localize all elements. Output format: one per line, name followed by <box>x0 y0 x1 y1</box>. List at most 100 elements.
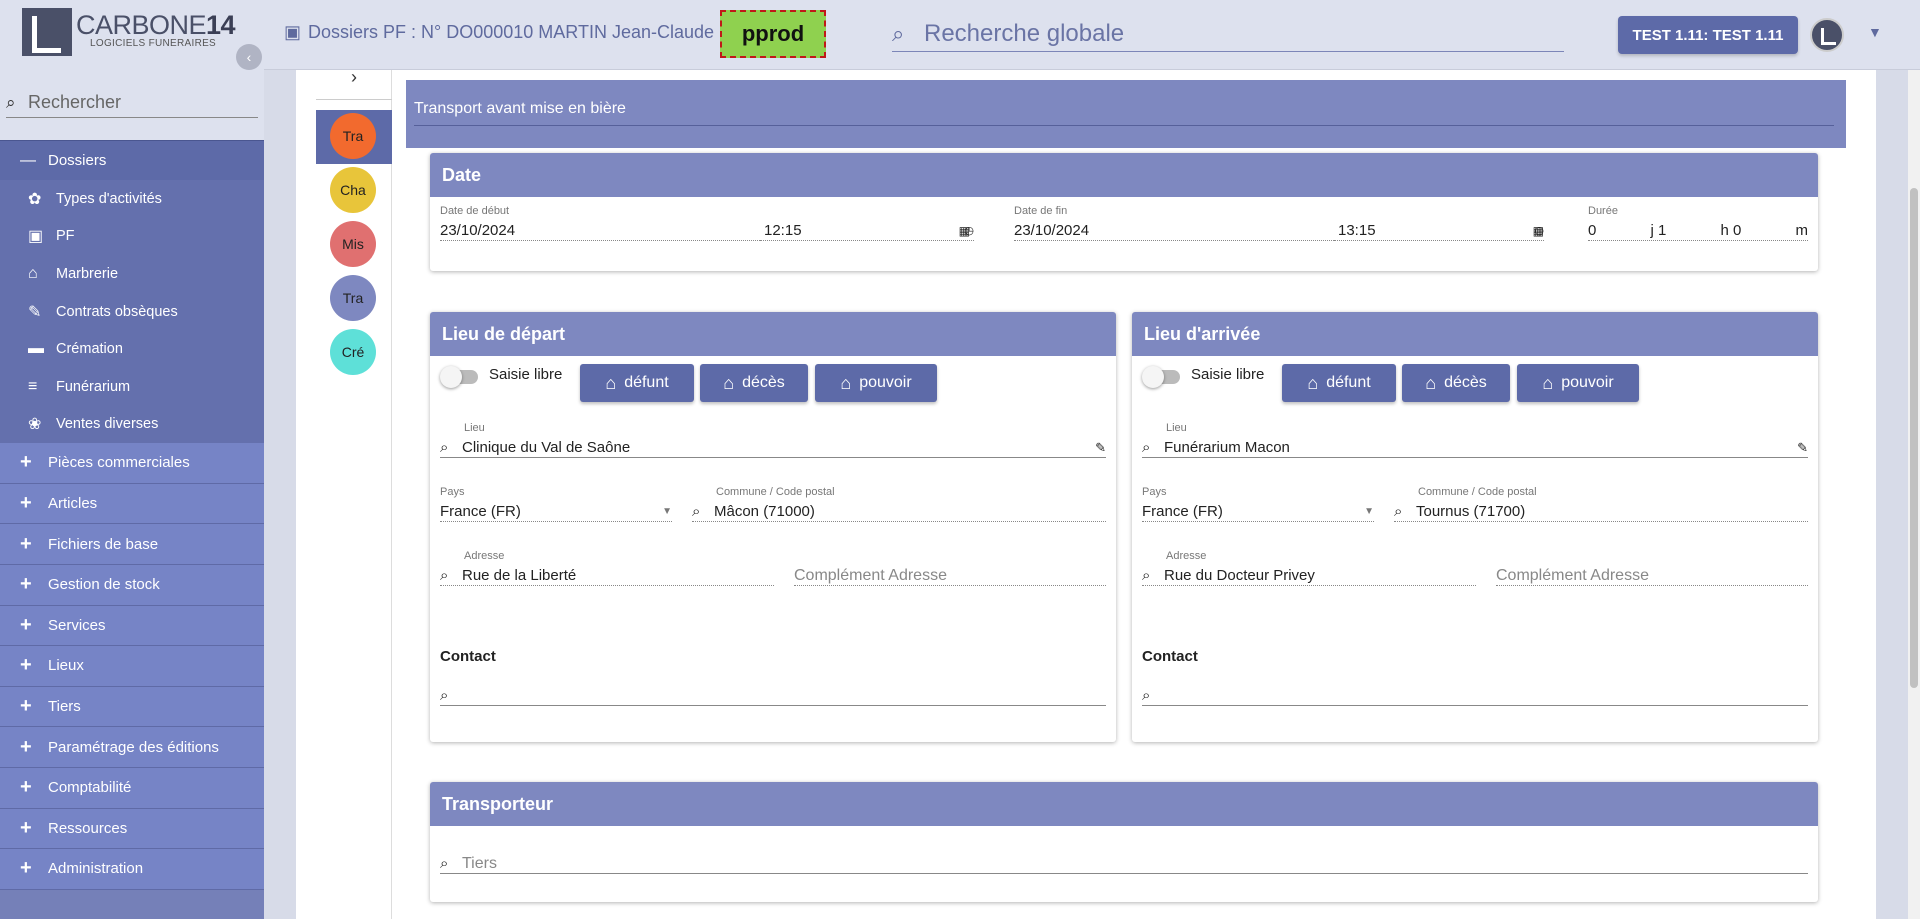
departure-defunt-button[interactable]: ⌂ défunt <box>580 364 694 402</box>
search-icon: ⌕ <box>6 92 16 112</box>
departure-lieu-field[interactable]: Lieu ⌕ Clinique du Val de Saône ✎ <box>440 422 1106 458</box>
steps-column: › Tra Cha Mis Tra Cré <box>316 68 392 919</box>
start-date-value: 23/10/2024 <box>440 222 516 239</box>
arrival-defunt-button[interactable]: ⌂ défunt <box>1282 364 1396 402</box>
arrival-pouvoir-button[interactable]: ⌂ pouvoir <box>1517 364 1639 402</box>
departure-adresse-field[interactable]: Adresse ⌕ Rue de la Liberté <box>440 550 774 586</box>
sidebar-search-input[interactable]: ⌕ Rechercher <box>6 88 258 118</box>
sidebar-item-label: Lieux <box>48 657 84 675</box>
sidebar-subitem-label: Funérarium <box>56 378 131 395</box>
clock-icon[interactable]: ◷ <box>964 224 974 237</box>
start-time-field[interactable]: 12:15 ◷ <box>760 205 974 241</box>
sidebar-group-dossiers[interactable]: — Dossiers <box>0 140 264 180</box>
end-time-value: 13:15 <box>1338 222 1376 239</box>
start-time-value: 12:15 <box>764 222 802 239</box>
departure-commune-field[interactable]: Commune / Code postal ⌕ Mâcon (71000) <box>692 486 1106 522</box>
departure-complement-field[interactable]: Complément Adresse <box>794 550 1106 586</box>
step-circle[interactable]: Tra <box>330 113 376 159</box>
arrival-adresse-field[interactable]: Adresse ⌕ Rue du Docteur Privey <box>1142 550 1476 586</box>
panel-header: Transport avant mise en bière <box>406 80 1846 148</box>
sidebar-item[interactable]: + Services <box>0 605 264 647</box>
transporter-input[interactable]: ⌕ Tiers <box>440 850 1808 874</box>
sidebar-item[interactable]: + Articles <box>0 483 264 525</box>
plus-icon: + <box>20 532 32 555</box>
commune-label: Commune / Code postal <box>1418 486 1537 498</box>
edit-icon[interactable]: ✎ <box>1797 440 1808 456</box>
end-time-field[interactable]: 13:15 ◷ <box>1334 205 1544 241</box>
sidebar-subitem[interactable]: ✿ Types d'activités <box>0 180 264 218</box>
lieu-label: Lieu <box>1166 422 1187 434</box>
breadcrumb[interactable]: ▣ Dossiers PF : N° DO000010 MARTIN Jean-… <box>284 22 714 43</box>
hours-unit: h <box>1720 222 1729 239</box>
commune-value: Mâcon (71000) <box>714 503 815 520</box>
free-entry-toggle[interactable] <box>440 366 478 388</box>
transporter-placeholder: Tiers <box>462 854 497 872</box>
arrival-deces-button[interactable]: ⌂ décès <box>1402 364 1510 402</box>
sidebar-subitem[interactable]: ▬ Crémation <box>0 330 264 368</box>
sidebar-item[interactable]: + Administration <box>0 849 264 890</box>
sidebar-item[interactable]: + Lieux <box>0 646 264 687</box>
sidebar-subitem[interactable]: ▣ PF <box>0 217 264 256</box>
chevron-down-icon[interactable]: ▼ <box>1868 24 1882 40</box>
step-circle[interactable]: Mis <box>330 221 376 267</box>
sidebar-item[interactable]: + Paramétrage des éditions <box>0 727 264 768</box>
arrival-commune-field[interactable]: Commune / Code postal ⌕ Tournus (71700) <box>1394 486 1808 522</box>
breadcrumb-text: Dossiers PF : N° DO000010 MARTIN Jean-Cl… <box>308 22 715 42</box>
lieu-value: Funérarium Macon <box>1164 439 1290 456</box>
sidebar-item[interactable]: + Fichiers de base <box>0 524 264 565</box>
contact-label: Contact <box>1142 648 1198 665</box>
plus-icon: + <box>20 776 32 799</box>
sidebar-item[interactable]: + Ressources <box>0 808 264 850</box>
clock-icon[interactable]: ◷ <box>1534 224 1544 237</box>
pays-label: Pays <box>440 486 465 498</box>
departure-pouvoir-button[interactable]: ⌂ pouvoir <box>815 364 937 402</box>
button-label: décès <box>1444 374 1487 391</box>
button-label: pouvoir <box>1561 374 1614 391</box>
sidebar-subitem[interactable]: ⌂ Marbrerie <box>0 255 264 293</box>
sidebar-item[interactable]: + Tiers <box>0 686 264 728</box>
arrival-pays-select[interactable]: Pays France (FR) ▼ <box>1142 486 1374 522</box>
step-circle[interactable]: Cha <box>330 167 376 213</box>
plus-icon: + <box>20 654 32 677</box>
user-button[interactable]: TEST 1.11: TEST 1.11 <box>1618 16 1798 54</box>
arrival-contact-input[interactable]: ⌕ <box>1142 682 1808 706</box>
search-icon: ⌕ <box>1394 503 1403 520</box>
duration-field[interactable]: Durée 0 j 1 h 0 m <box>1588 205 1808 241</box>
cremation-icon: ▬ <box>28 340 44 358</box>
sidebar-item-label: Paramétrage des éditions <box>48 738 219 756</box>
step-circle[interactable]: Tra <box>330 275 376 321</box>
edit-icon[interactable]: ✎ <box>1095 440 1106 456</box>
arrival-complement-field[interactable]: Complément Adresse <box>1496 550 1808 586</box>
arrival-lieu-field[interactable]: Lieu ⌕ Funérarium Macon ✎ <box>1142 422 1808 458</box>
pays-value: France (FR) <box>440 503 521 520</box>
button-label: pouvoir <box>859 374 912 391</box>
plus-icon: + <box>20 857 32 880</box>
collapse-sidebar-button[interactable]: ‹ <box>236 44 262 70</box>
scrollbar-thumb[interactable] <box>1910 188 1918 688</box>
departure-pays-select[interactable]: Pays France (FR) ▼ <box>440 486 672 522</box>
sidebar-item-label: Pièces commerciales <box>48 454 190 472</box>
activities-icon: ✿ <box>28 190 42 208</box>
search-icon: ⌕ <box>440 855 449 872</box>
chevron-right-icon[interactable]: › <box>316 68 392 100</box>
button-label: décès <box>742 374 785 391</box>
step-circle[interactable]: Cré <box>330 329 376 375</box>
sidebar-subitem-label: Marbrerie <box>56 265 119 282</box>
departure-contact-input[interactable]: ⌕ <box>440 682 1106 706</box>
sidebar-item-label: Tiers <box>48 698 81 716</box>
sidebar-subitem-label: Ventes diverses <box>56 416 159 433</box>
sidebar-subitem[interactable]: ✎ Contrats obsèques <box>0 292 264 331</box>
logo-area: CARBONE14 LOGICIELS FUNERAIRES ‹ ⌕ Reche… <box>0 0 264 140</box>
divider <box>414 125 1834 126</box>
sidebar-item[interactable]: + Comptabilité <box>0 767 264 809</box>
scrollbar[interactable] <box>1908 70 1920 919</box>
global-search-input[interactable]: ⌕ Recherche globale <box>892 16 1564 52</box>
sidebar-item[interactable]: + Pièces commerciales <box>0 443 264 484</box>
sidebar-item[interactable]: + Gestion de stock <box>0 564 264 606</box>
adresse-label: Adresse <box>1166 550 1207 562</box>
sidebar-subitem[interactable]: ≡ Funérarium <box>0 367 264 406</box>
sidebar-subitem[interactable]: ❀ Ventes diverses <box>0 405 264 444</box>
avatar[interactable] <box>1810 18 1844 52</box>
departure-deces-button[interactable]: ⌂ décès <box>700 364 808 402</box>
free-entry-toggle[interactable] <box>1142 366 1180 388</box>
